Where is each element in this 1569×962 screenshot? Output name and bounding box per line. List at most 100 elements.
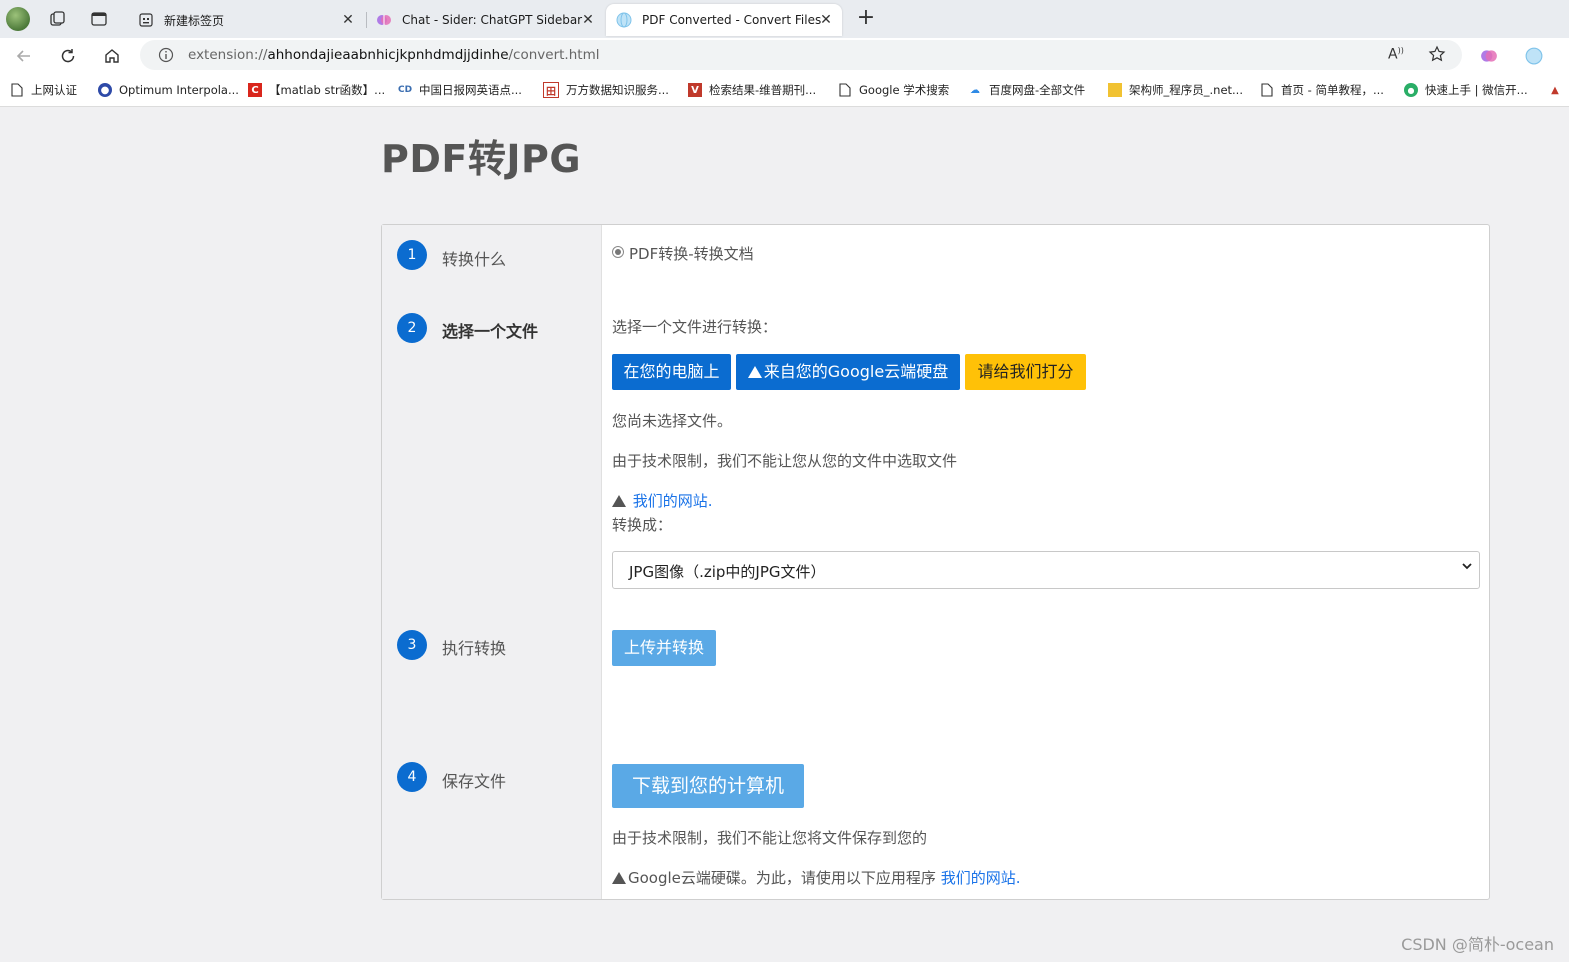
shield-icon: ● (98, 83, 112, 97)
baidu-cloud-icon: ☁ (970, 84, 980, 96)
vertical-tabs-icon[interactable] (90, 10, 108, 28)
our-website-link[interactable]: 我们的网站. (941, 869, 1021, 887)
button-label: 上传并转换 (623, 638, 704, 657)
new-tab-page-icon (138, 12, 154, 28)
bookmark-label: 首页 - 简单教程，... (1281, 83, 1384, 97)
bookmark-item[interactable]: 架构师_程序员_.net... (1108, 81, 1243, 99)
new-tab-plus-icon[interactable]: + (856, 7, 876, 29)
vip-icon: V (688, 83, 702, 97)
pdf-converter-extension-icon[interactable] (1525, 47, 1543, 69)
bookmark-label: Optimum Interpola... (119, 83, 239, 97)
google-drive-icon (612, 495, 626, 507)
close-tab-icon[interactable]: ✕ (580, 12, 596, 28)
tab-title: PDF Converted - Convert Files (642, 13, 822, 27)
read-aloud-icon[interactable]: A)) (1388, 46, 1404, 63)
tab-strip: 新建标签页 ✕ Chat - Sider: ChatGPT Sidebar ✕ … (0, 0, 1569, 38)
bookmark-item[interactable]: V 检索结果-维普期刊... (688, 81, 816, 99)
bookmark-item[interactable]: CD 中国日报网英语点... (398, 81, 522, 99)
bookmark-item[interactable]: 田万方数据知识服务... (543, 81, 669, 99)
refresh-icon[interactable] (54, 42, 82, 70)
limitation-note: 由于技术限制，我们不能让您从您的文件中选取文件 (612, 452, 958, 470)
back-arrow-icon[interactable] (10, 42, 38, 70)
page-icon (838, 83, 852, 97)
url-path: /convert.html (508, 47, 600, 63)
our-website-link[interactable]: 我们的网站. (633, 492, 713, 510)
convert-to-label: 转换成： (612, 516, 673, 534)
collections-icon[interactable] (48, 10, 66, 28)
chevron-down-icon (1461, 560, 1473, 575)
address-url[interactable]: extension://ahhondajieaabnhicjkpnhdmdjjd… (188, 47, 599, 63)
tab-title: Chat - Sider: ChatGPT Sidebar (402, 13, 583, 27)
bookmark-item[interactable]: ● Optimum Interpola... (98, 81, 239, 99)
close-tab-icon[interactable]: ✕ (818, 12, 834, 28)
from-computer-button[interactable]: 在您的电脑上 (612, 354, 731, 390)
address-bar[interactable]: extension://ahhondajieaabnhicjkpnhdmdjjd… (140, 40, 1462, 70)
bookmark-label: 上网认证 (31, 83, 77, 97)
bookmark-label: 百度网盘-全部文件 (989, 83, 1086, 97)
sider-brain-icon (376, 12, 392, 28)
bookmark-label: 中国日报网英语点... (419, 83, 522, 97)
bookmark-item[interactable]: Google 学术搜索 (838, 81, 949, 99)
url-scheme: extension:// (188, 47, 268, 63)
url-host: ahhondajieaabnhicjkpnhdmdjjdinhe (267, 47, 509, 63)
button-label: 下载到您的计算机 (631, 775, 784, 797)
upload-and-convert-button[interactable]: 上传并转换 (612, 630, 716, 666)
from-google-drive-button[interactable]: 来自您的Google云端硬盘 (736, 354, 960, 390)
bookmark-item[interactable]: ● 快速上手 | 微信开... (1404, 81, 1528, 99)
bookmark-item[interactable]: 首页 - 简单教程，... (1260, 81, 1384, 99)
no-file-status: 您尚未选择文件。 (612, 412, 733, 430)
folder-icon (1108, 83, 1122, 97)
page-icon (1260, 83, 1274, 97)
bookmark-label: 检索结果-维普期刊... (709, 83, 817, 97)
bookmark-overflow-icon[interactable]: ▲ (1548, 81, 1569, 99)
bookmark-item[interactable]: 上网认证 (10, 81, 77, 99)
chinadaily-icon: CD (397, 85, 413, 95)
convert-type-option[interactable]: PDF转换-转换文档 (612, 243, 754, 264)
tab-pdf-converted[interactable]: PDF Converted - Convert Files ✕ (606, 4, 842, 36)
sider-extension-icon[interactable] (1480, 47, 1498, 69)
step-label: 选择一个文件 (442, 322, 539, 341)
more-bookmarks-icon: ▲ (1551, 84, 1559, 96)
favorite-star-icon[interactable] (1428, 45, 1446, 67)
button-label: 请给我们打分 (977, 362, 1074, 381)
radio-selected-icon[interactable] (612, 246, 624, 258)
tab-title: 新建标签页 (164, 13, 225, 28)
tab-sider-chat[interactable]: Chat - Sider: ChatGPT Sidebar ✕ (366, 4, 604, 36)
page-icon (10, 83, 24, 97)
bookmarks-bar: 上网认证 ● Optimum Interpola... C 【matlab str函… (0, 72, 1569, 107)
profile-avatar[interactable] (6, 7, 30, 31)
button-label: 在您的电脑上 (623, 362, 720, 381)
csdn-c-icon: C (248, 83, 262, 97)
google-drive-icon (747, 366, 762, 378)
download-to-computer-button[interactable]: 下载到您的计算机 (612, 764, 804, 808)
page-title: PDF转JPG (381, 137, 582, 181)
bookmark-label: 快速上手 | 微信开... (1425, 83, 1528, 97)
watermark: CSDN @简朴-ocean (1401, 935, 1554, 954)
choose-file-prompt: 选择一个文件进行转换： (612, 318, 778, 336)
selected-format: JPG图像（.zip中的JPG文件） (629, 563, 826, 581)
home-icon[interactable] (98, 42, 126, 70)
step-label: 保存文件 (442, 772, 507, 791)
tab-new-tab[interactable]: 新建标签页 ✕ (128, 4, 364, 36)
note-text: Google云端硬碟。为此，请使用以下应用程序 (628, 869, 936, 887)
website-link-row: 我们的网站. (612, 490, 713, 511)
bookmark-label: 架构师_程序员_.net... (1129, 83, 1243, 97)
site-info-icon[interactable] (158, 47, 174, 63)
save-limitation-note: 由于技术限制，我们不能让您将文件保存到您的 (612, 829, 928, 847)
rate-us-button[interactable]: 请给我们打分 (965, 354, 1086, 390)
globe-icon (616, 12, 632, 28)
step-number-badge: 3 (397, 630, 427, 660)
close-tab-icon[interactable]: ✕ (340, 12, 356, 28)
output-format-select[interactable]: JPG图像（.zip中的JPG文件） (612, 551, 1480, 589)
bookmark-item[interactable]: C 【matlab str函数】... (248, 81, 385, 99)
bookmark-label: 【matlab str函数】... (269, 83, 386, 97)
google-drive-icon (612, 872, 626, 884)
bookmark-item[interactable]: ☁ 百度网盘-全部文件 (968, 81, 1085, 99)
save-limitation-note-2: Google云端硬碟。为此，请使用以下应用程序 我们的网站. (612, 867, 1020, 888)
step-label: 执行转换 (442, 639, 507, 658)
wanfang-icon: 田 (543, 82, 559, 98)
option-label: PDF转换-转换文档 (629, 245, 754, 263)
step-number-badge: 4 (397, 762, 427, 792)
steps-column: 1 转换什么 2 选择一个文件 3 执行转换 4 保存文件 (382, 225, 602, 899)
wechat-icon: ● (1404, 83, 1418, 97)
